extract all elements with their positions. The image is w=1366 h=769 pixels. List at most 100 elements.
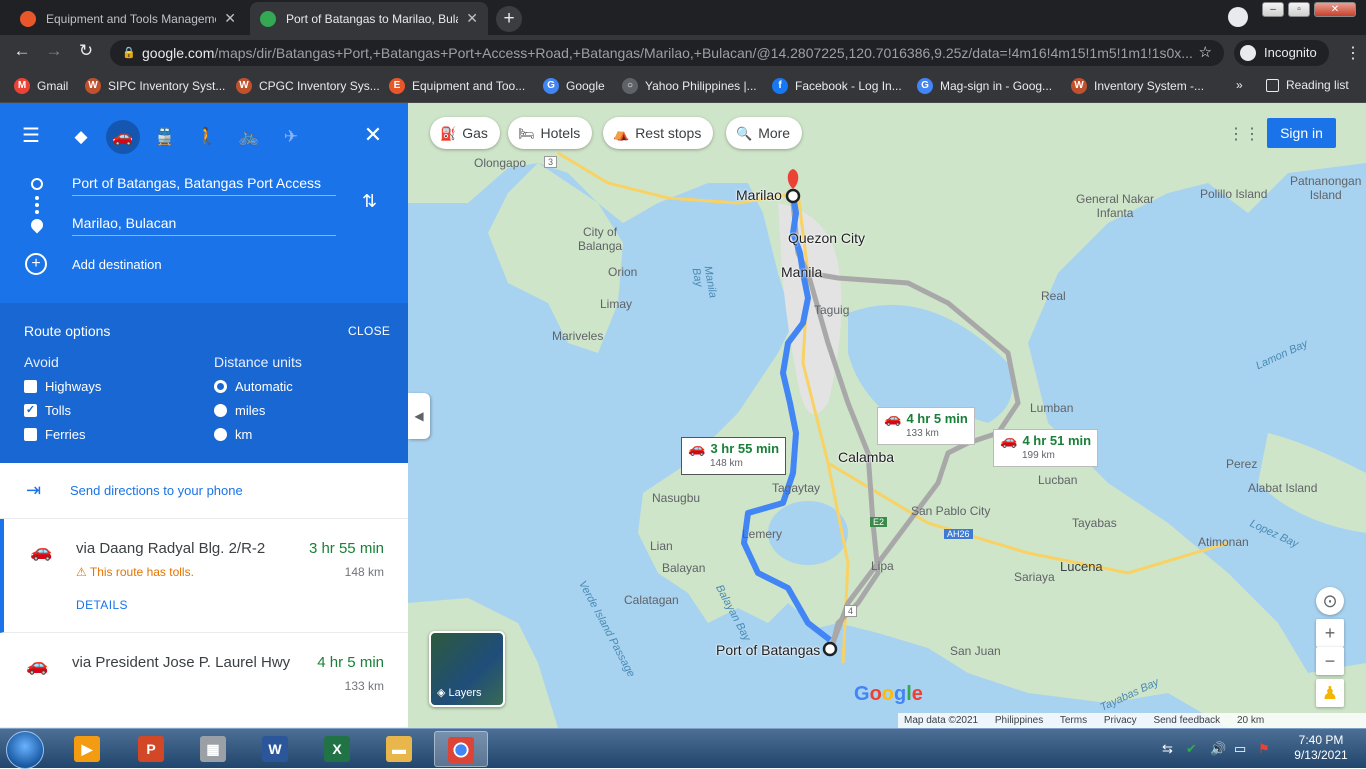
bookmark-cpgc[interactable]: W CPGC Inventory Sys...	[236, 78, 380, 94]
my-location-icon[interactable]: ⊙	[1316, 587, 1344, 615]
back-icon[interactable]: ←	[10, 41, 34, 61]
security-tray-icon[interactable]: ✔	[1186, 741, 1197, 757]
units-km-radio[interactable]: km	[214, 427, 252, 442]
bookmark-gmail[interactable]: M Gmail	[14, 78, 68, 94]
bookmark-inventory[interactable]: W Inventory System -...	[1071, 78, 1204, 94]
taskbar-media-player[interactable]: ▶	[60, 731, 114, 767]
add-destination-link[interactable]: Add destination	[72, 257, 162, 272]
incognito-badge[interactable]: Incognito	[1234, 40, 1329, 66]
units-automatic-radio[interactable]: Automatic	[214, 379, 293, 394]
place-quezon-city: Quezon City	[788, 230, 866, 246]
layers-button[interactable]: ◈ Layers	[429, 631, 505, 707]
reload-icon[interactable]: ↻	[74, 41, 98, 61]
bookmark-facebook[interactable]: f Facebook - Log In...	[772, 78, 902, 94]
route-label-alt-1[interactable]: 🚗 4 hr 5 min 133 km	[877, 407, 975, 445]
bookmark-sipc[interactable]: W SIPC Inventory Syst...	[85, 78, 225, 94]
map-canvas[interactable]: ⛽ Gas 🛏 Hotels ⛺ Rest stops 🔍 More ⋮⋮⋮ Sign …	[408, 103, 1366, 728]
maximize-icon[interactable]: ▫	[1288, 2, 1310, 17]
flight-icon[interactable]: ✈	[274, 120, 308, 154]
taskbar-calculator[interactable]: ▦	[186, 731, 240, 767]
bookmark-yahoo[interactable]: ○ Yahoo Philippines |...	[622, 78, 757, 94]
route-label-main[interactable]: 🚗 3 hr 55 min 148 km	[681, 437, 787, 475]
swap-icon[interactable]: ⇅	[362, 191, 377, 212]
details-button[interactable]: DETAILS	[76, 598, 128, 612]
gmail-icon: M	[14, 78, 30, 94]
tab-search-icon[interactable]	[1228, 7, 1248, 27]
zoom-out-button[interactable]: −	[1316, 647, 1344, 675]
maps-favicon-icon	[260, 10, 276, 27]
close-tab-icon[interactable]: ✕	[466, 10, 478, 27]
place-port-of-batangas: Port of Batangas	[716, 642, 821, 658]
network-tray-icon[interactable]: ⇆	[1162, 741, 1173, 757]
avoid-highways-checkbox[interactable]: Highways	[24, 379, 101, 394]
gas-chip[interactable]: ⛽ Gas	[430, 117, 500, 149]
tab-equipment-tools[interactable]: Equipment and Tools Manageme ✕	[10, 2, 246, 35]
close-route-options-button[interactable]: CLOSE	[348, 324, 390, 338]
reading-list-label: Reading list	[1286, 78, 1349, 92]
scale-label[interactable]: 20 km	[1237, 715, 1264, 726]
option-label: Ferries	[45, 427, 86, 442]
volume-icon[interactable]: 🔊	[1210, 741, 1226, 757]
pegman-icon[interactable]: ♟	[1316, 679, 1344, 707]
apps-grid-icon[interactable]: ⋮⋮⋮	[1228, 124, 1276, 143]
add-icon[interactable]: +	[25, 253, 47, 275]
terms-link[interactable]: Terms	[1060, 715, 1087, 726]
radio-icon	[214, 428, 227, 441]
cycling-icon[interactable]: 🚲	[232, 120, 266, 154]
close-directions-icon[interactable]: ✕	[358, 120, 388, 150]
destination-input[interactable]: Marilao, Bulacan	[72, 210, 336, 236]
bookmark-star-icon[interactable]: ☆	[1199, 40, 1212, 66]
w-icon: W	[1071, 78, 1087, 94]
zoom-in-button[interactable]: +	[1316, 619, 1344, 647]
avoid-ferries-checkbox[interactable]: Ferries	[24, 427, 85, 442]
start-button[interactable]	[6, 731, 44, 769]
bookmark-label: CPGC Inventory Sys...	[259, 79, 380, 93]
taskbar-excel[interactable]: X	[310, 731, 364, 767]
url-input[interactable]: 🔒 google.com/maps/dir/Batangas+Port,+Bat…	[110, 40, 1224, 66]
transit-icon[interactable]: 🚆	[148, 120, 182, 154]
more-bookmarks-icon[interactable]: »	[1236, 78, 1243, 92]
origin-input[interactable]: Port of Batangas, Batangas Port Access	[72, 170, 336, 196]
reading-list[interactable]: Reading list	[1266, 78, 1349, 92]
bookmark-magsign[interactable]: G Mag-sign in - Goog...	[917, 78, 1052, 94]
route-option-2[interactable]: 🚗 via President Jose P. Laurel Hwy 4 hr …	[0, 633, 408, 728]
system-clock[interactable]: 7:40 PM 9/13/2021	[1288, 733, 1354, 763]
bookmark-google[interactable]: G Google	[543, 78, 605, 94]
best-route-icon[interactable]: ◆	[64, 120, 98, 154]
new-tab-button[interactable]: +	[496, 6, 522, 32]
rest-stops-chip[interactable]: ⛺ Rest stops	[603, 117, 714, 149]
incognito-label: Incognito	[1264, 45, 1317, 60]
browser-menu-icon[interactable]: ⋮	[1345, 43, 1361, 63]
route-label-time: 4 hr 51 min	[1022, 433, 1092, 448]
send-to-phone-row[interactable]: ⇥ Send directions to your phone	[0, 463, 408, 519]
option-label: Tolls	[45, 403, 72, 418]
taskbar-powerpoint[interactable]: P	[124, 731, 178, 767]
avoid-tolls-checkbox[interactable]: ✓ Tolls	[24, 403, 71, 418]
taskbar-word[interactable]: W	[248, 731, 302, 767]
minimize-icon[interactable]: –	[1262, 2, 1284, 17]
close-window-icon[interactable]: ✕	[1314, 2, 1356, 17]
close-tab-icon[interactable]: ✕	[224, 10, 236, 27]
sign-in-button[interactable]: Sign in	[1267, 118, 1336, 148]
units-miles-radio[interactable]: miles	[214, 403, 265, 418]
send-feedback-link[interactable]: Send feedback	[1153, 715, 1220, 726]
place-general-nakar: General Nakar Infanta	[1076, 192, 1155, 220]
more-chip[interactable]: 🔍 More	[726, 117, 803, 149]
bookmark-equipment[interactable]: E Equipment and Too...	[389, 78, 525, 94]
driving-icon[interactable]: 🚗	[106, 120, 140, 154]
road-ah26-shield: AH26	[944, 529, 973, 539]
hotels-chip[interactable]: 🛏 Hotels	[508, 117, 593, 149]
display-tray-icon[interactable]: ▭	[1234, 741, 1246, 757]
route-label-alt-2[interactable]: 🚗 4 hr 51 min 199 km	[993, 429, 1099, 467]
privacy-link[interactable]: Privacy	[1104, 715, 1137, 726]
forward-icon[interactable]: →	[42, 41, 66, 61]
menu-icon[interactable]: ☰	[22, 123, 48, 149]
word-icon: W	[262, 736, 288, 762]
taskbar-file-explorer[interactable]: ▬	[372, 731, 426, 767]
taskbar-chrome[interactable]	[434, 731, 488, 767]
collapse-panel-icon[interactable]: ◀	[408, 393, 430, 439]
walking-icon[interactable]: 🚶	[190, 120, 224, 154]
route-option-1[interactable]: 🚗 via Daang Radyal Blg. 2/R-2 3 hr 55 mi…	[0, 519, 408, 633]
flag-tray-icon[interactable]: ⚑	[1258, 741, 1270, 757]
tab-google-maps[interactable]: Port of Batangas to Marilao, Bula ✕	[250, 2, 488, 35]
